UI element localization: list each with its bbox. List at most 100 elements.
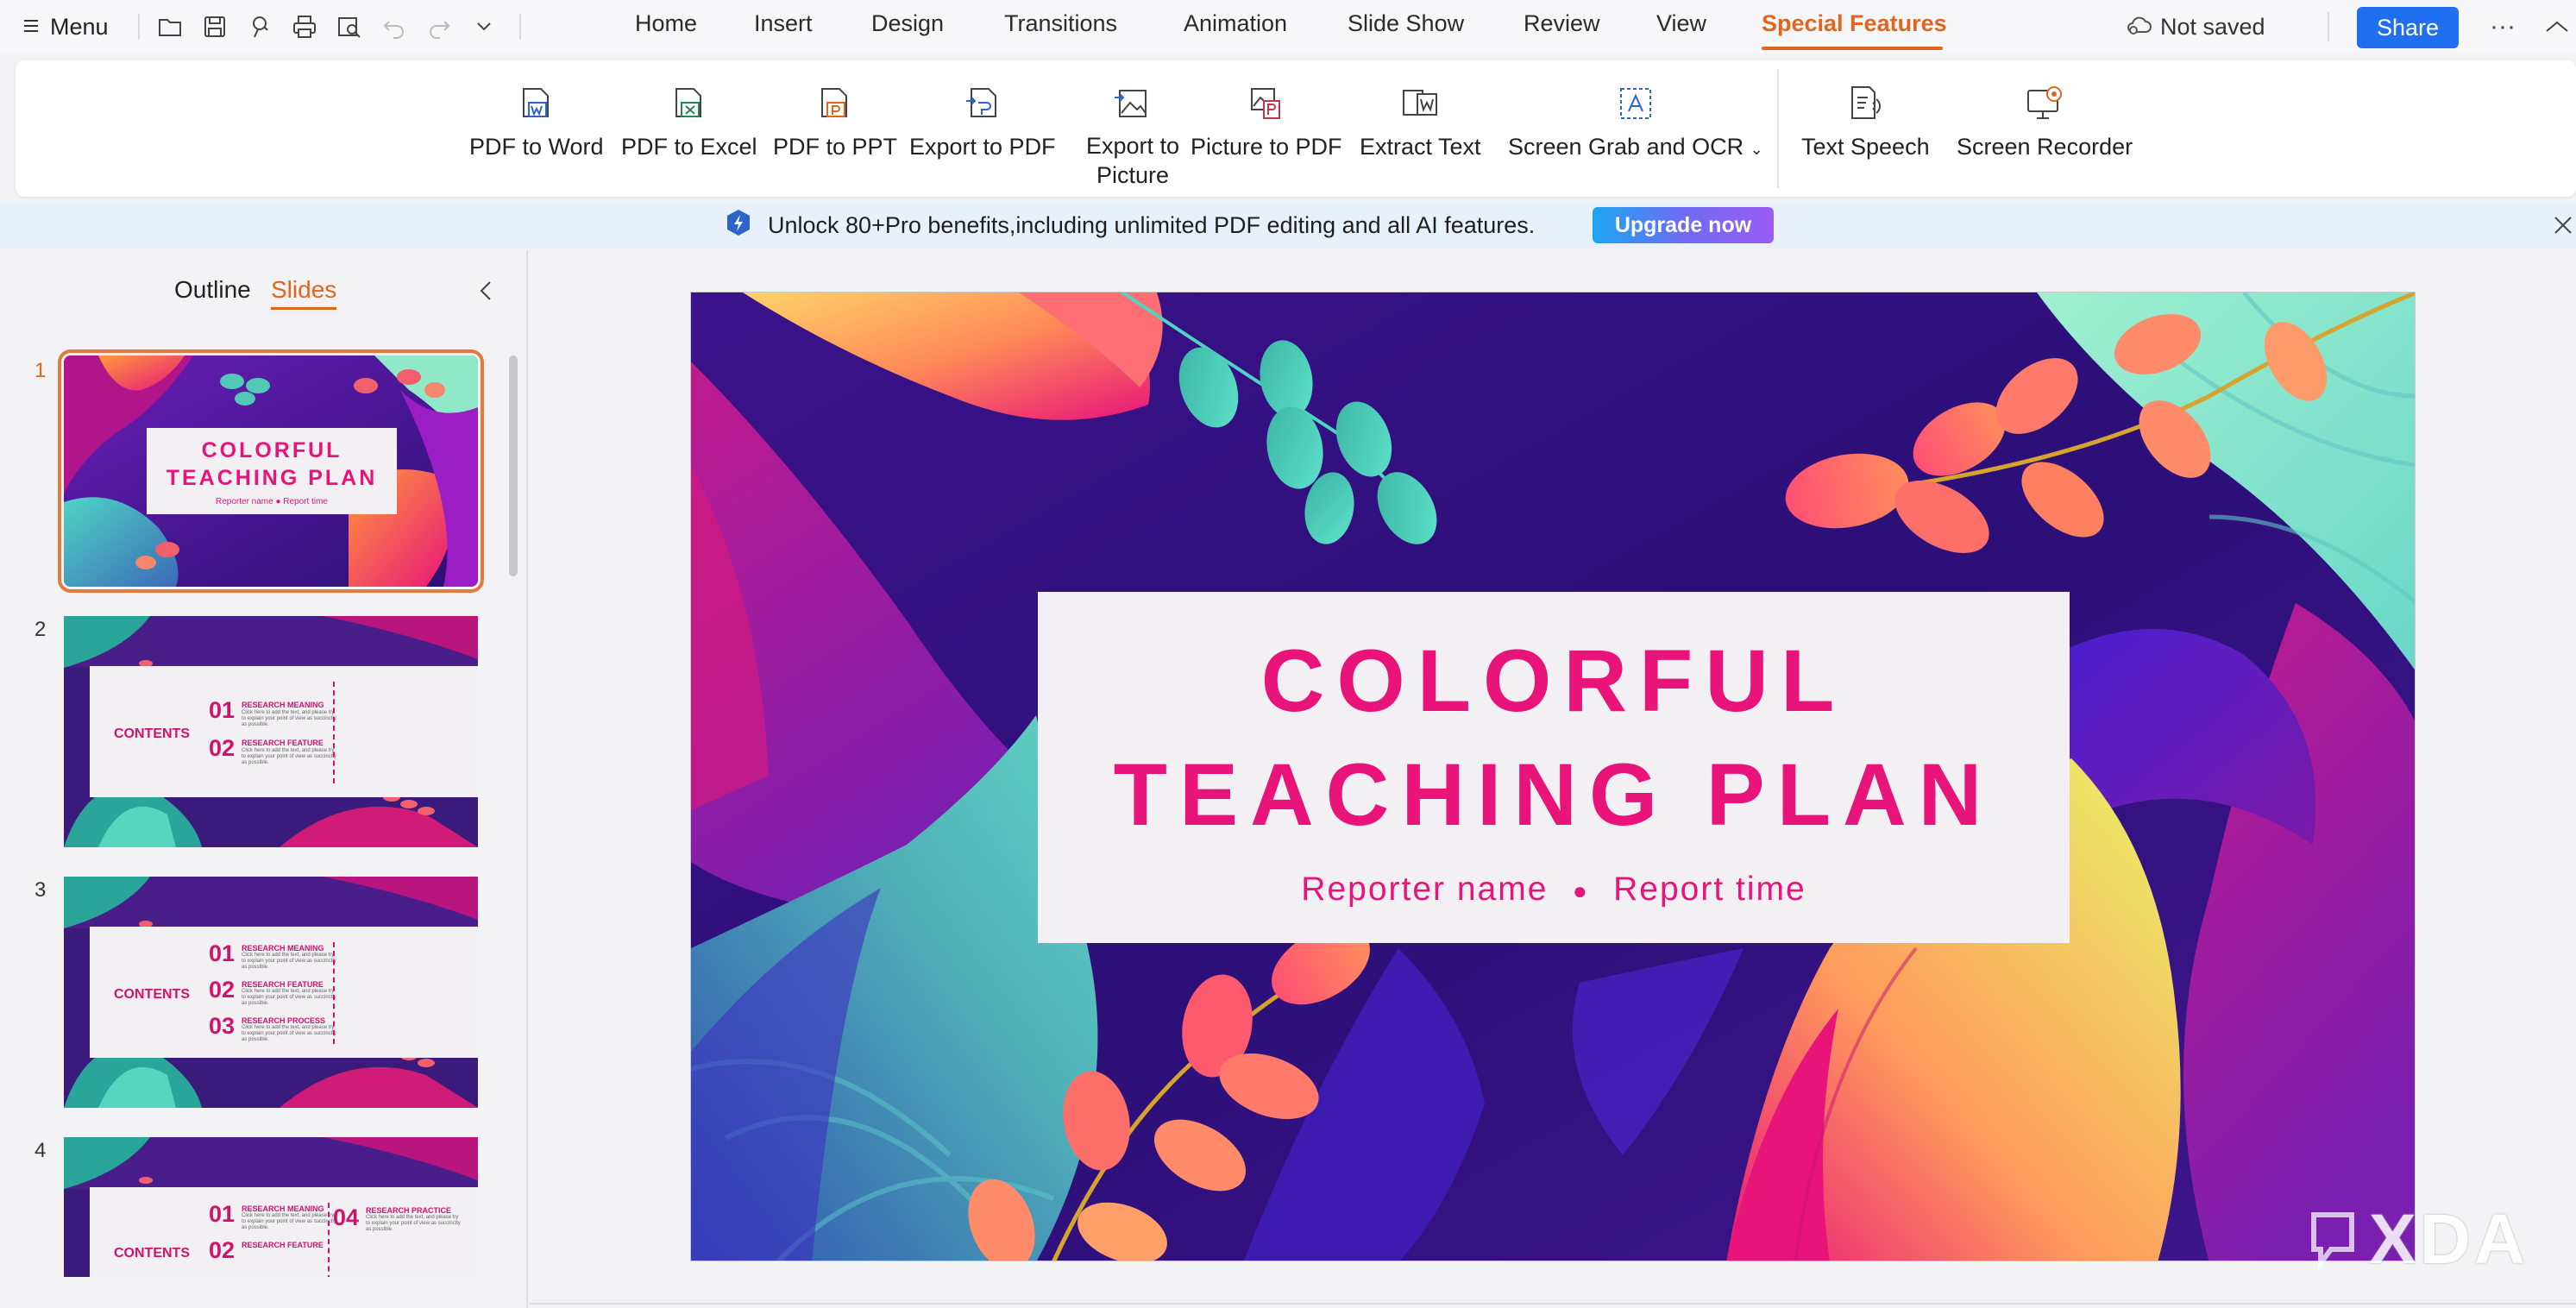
print-icon[interactable] xyxy=(285,9,324,45)
tab-review[interactable]: Review xyxy=(1524,10,1600,43)
extract-text-button[interactable]: Extract Text xyxy=(1360,83,1481,162)
screen-recorder-button[interactable]: Screen Recorder xyxy=(1957,83,2133,162)
pdf-to-ppt-icon xyxy=(814,83,856,124)
format-painter-icon[interactable] xyxy=(242,9,281,45)
active-tab-indicator xyxy=(1762,47,1943,50)
contents-heading: RESEARCH MEANING xyxy=(242,944,324,953)
contents-label: CONTENTS xyxy=(114,726,190,741)
contents-heading: RESEARCH PROCESS xyxy=(242,1016,326,1025)
tab-design[interactable]: Design xyxy=(871,10,944,43)
undo-icon[interactable] xyxy=(374,9,414,45)
chevron-left-icon[interactable] xyxy=(473,276,499,305)
toolbar-divider xyxy=(519,14,521,40)
print-preview-icon[interactable] xyxy=(330,9,369,45)
ribbon-toolbar: PDF to Word PDF to Excel PDF to PPT Expo… xyxy=(16,60,2576,197)
tab-slides[interactable]: Slides xyxy=(271,276,336,304)
export-to-pdf-button[interactable]: Export to PDF xyxy=(909,83,1056,162)
contents-number: 02 xyxy=(209,1237,236,1263)
contents-body: Click here to add the text, and please t… xyxy=(242,989,336,1006)
menu-button[interactable]: Menu xyxy=(22,9,109,45)
menu-divider xyxy=(138,14,140,40)
contents-heading: RESEARCH FEATURE xyxy=(242,980,324,989)
tab-view[interactable]: View xyxy=(1656,10,1706,43)
contents-heading: RESEARCH MEANING xyxy=(242,1204,324,1213)
share-button[interactable]: Share xyxy=(2357,7,2459,48)
upgrade-now-button[interactable]: Upgrade now xyxy=(1593,207,1774,243)
export-to-pdf-label: Export to PDF xyxy=(909,134,1056,160)
slide-thumbnail-4[interactable]: CONTENTS 01 RESEARCH MEANING Click here … xyxy=(64,1137,478,1277)
contents-body: Click here to add the text, and please t… xyxy=(242,748,336,765)
watermark-text: XDA xyxy=(2369,1200,2529,1279)
slide-title-line2[interactable]: TEACHING PLAN xyxy=(1038,743,2070,846)
redo-icon[interactable] xyxy=(419,9,459,45)
tab-home[interactable]: Home xyxy=(635,10,697,43)
slide-subtitle[interactable]: Reporter name ● Report time xyxy=(1038,871,2070,909)
screen-recorder-icon xyxy=(2024,83,2065,124)
slide-number: 3 xyxy=(35,878,47,902)
share-divider xyxy=(2328,12,2329,41)
tab-slide-show[interactable]: Slide Show xyxy=(1348,10,1464,43)
chevron-down-icon: ⌄ xyxy=(1750,141,1763,158)
tab-insert[interactable]: Insert xyxy=(754,10,813,43)
screen-grab-ocr-button[interactable]: Screen Grab and OCR ⌄ xyxy=(1508,83,1763,165)
slide-number: 4 xyxy=(35,1139,47,1162)
slide-title-line1[interactable]: COLORFUL xyxy=(1038,629,2070,733)
tab-animation[interactable]: Animation xyxy=(1184,10,1287,43)
pdf-to-word-button[interactable]: PDF to Word xyxy=(469,83,604,162)
save-status[interactable]: Not saved xyxy=(2126,10,2265,43)
contents-body: Click here to add the text, and please t… xyxy=(242,710,336,727)
subtitle-bullet: ● xyxy=(1572,877,1589,904)
slide-thumbnail-2[interactable]: CONTENTS 01 RESEARCH MEANING Click here … xyxy=(64,616,478,847)
contents-number: 02 xyxy=(209,977,236,1003)
export-to-picture-icon xyxy=(1112,83,1153,124)
open-folder-icon[interactable] xyxy=(150,9,190,45)
canvas-bottom-divider xyxy=(530,1303,2576,1305)
tab-transitions[interactable]: Transitions xyxy=(1004,10,1117,43)
contents-number: 04 xyxy=(333,1204,360,1230)
screen-grab-ocr-label: Screen Grab and OCR ⌄ xyxy=(1508,131,1763,165)
picture-to-pdf-button[interactable]: Picture to PDF xyxy=(1191,83,1342,162)
slide-thumbnail-1[interactable]: COLORFUL TEACHING PLAN Reporter name ● R… xyxy=(58,349,484,593)
collapse-ribbon-icon[interactable] xyxy=(2540,9,2574,45)
text-speech-icon xyxy=(1844,83,1886,124)
contents-number: 02 xyxy=(209,735,236,761)
save-icon[interactable] xyxy=(195,9,235,45)
text-speech-button[interactable]: Text Speech xyxy=(1801,83,1930,162)
slide-thumbnail-title-box: COLORFUL TEACHING PLAN Reporter name ● R… xyxy=(147,428,397,514)
tab-outline[interactable]: Outline xyxy=(174,276,251,304)
slides-pane: Outline Slides 1 COLORFUL TEACHING PLAN … xyxy=(0,250,528,1308)
contents-heading: RESEARCH MEANING xyxy=(242,701,324,709)
pdf-to-ppt-button[interactable]: PDF to PPT xyxy=(773,83,897,162)
slide-number: 2 xyxy=(35,618,47,641)
export-to-picture-button[interactable]: Export to Picture xyxy=(1077,83,1189,190)
contents-label: CONTENTS xyxy=(114,987,190,1002)
contents-divider xyxy=(333,942,335,1044)
screen-recorder-label: Screen Recorder xyxy=(1957,134,2133,160)
chevron-down-icon[interactable] xyxy=(464,9,504,45)
slide-number: 1 xyxy=(35,359,47,382)
promo-text: Unlock 80+Pro benefits,including unlimit… xyxy=(768,211,1536,238)
slides-tab-indicator xyxy=(271,307,336,310)
ribbon-divider xyxy=(1777,69,1779,188)
screen-grab-ocr-text: Screen Grab and OCR xyxy=(1508,134,1744,160)
contents-label: CONTENTS xyxy=(114,1246,190,1261)
cloud-icon xyxy=(2126,13,2152,41)
menu-label: Menu xyxy=(50,13,109,40)
picture-to-pdf-label: Picture to PDF xyxy=(1191,134,1342,160)
close-icon[interactable] xyxy=(2550,212,2576,238)
pdf-to-excel-button[interactable]: PDF to Excel xyxy=(621,83,757,162)
tab-special-features[interactable]: Special Features xyxy=(1762,10,1947,43)
contents-divider xyxy=(328,1203,330,1277)
screen-grab-ocr-icon xyxy=(1615,83,1656,124)
pdf-to-word-label: PDF to Word xyxy=(469,134,604,160)
slide-thumbnail-3[interactable]: CONTENTS 01 RESEARCH MEANING Click here … xyxy=(64,877,478,1108)
promo-banner: Unlock 80+Pro benefits,including unlimit… xyxy=(0,202,2576,248)
more-options-icon[interactable]: ··· xyxy=(2483,9,2523,45)
current-slide[interactable]: COLORFUL TEACHING PLAN Reporter name ● R… xyxy=(690,292,2416,1261)
picture-to-pdf-icon xyxy=(1246,83,1287,124)
thumb-title-line2: TEACHING PLAN xyxy=(166,465,378,490)
contents-body: Click here to add the text, and please t… xyxy=(242,953,336,970)
contents-body: Click here to add the text, and please t… xyxy=(242,1213,336,1230)
thumb-title-line1: COLORFUL xyxy=(201,437,342,462)
slides-scrollbar[interactable] xyxy=(509,355,518,576)
